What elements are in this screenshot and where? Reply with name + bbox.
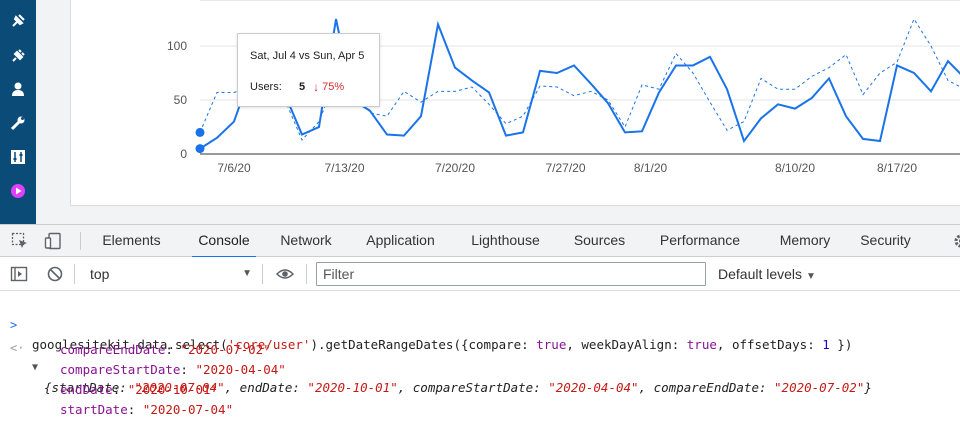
sidebar-toggle-icon[interactable] [10, 265, 28, 283]
tooltip-title: Sat, Jul 4 vs Sun, Apr 5 [250, 50, 365, 62]
clear-console-icon[interactable] [46, 265, 64, 283]
property-key: compareEndDate [60, 342, 166, 357]
caret-down-icon: ▼ [242, 268, 252, 279]
property-value: "2020-07-04" [142, 402, 234, 417]
eye-icon[interactable] [276, 265, 294, 283]
devtools-panel: Elements Console Network Application Lightho… [0, 224, 960, 422]
property-entry: compareEndDate: "2020-07-02" [60, 340, 271, 360]
tab-network[interactable]: Network [277, 225, 335, 257]
console-property-line[interactable]: endDate: "2020-10-01" [0, 380, 960, 400]
tooltip-change-value: 75% [322, 81, 345, 93]
settings-gear-icon[interactable] [952, 232, 960, 250]
chart-tooltip: Sat, Jul 4 vs Sun, Apr 5 Users: 5 ↓ 75% [237, 33, 380, 107]
filter-input[interactable] [316, 262, 706, 286]
property-value: "2020-07-02" [180, 342, 271, 357]
arrow-down-icon: ↓ [313, 80, 320, 94]
x-tick-label: 8/17/20 [877, 161, 917, 175]
console-output[interactable]: > googlesitekit.data.select('core/user')… [0, 291, 960, 423]
context-value: top [90, 266, 110, 282]
y-tick-label: 50 [174, 93, 188, 107]
caret-down-icon: ▼ [806, 271, 816, 282]
context-select[interactable]: top ▼ [80, 264, 256, 284]
tab-elements[interactable]: Elements [100, 225, 163, 257]
console-property-line[interactable]: compareStartDate: "2020-04-04" [0, 360, 960, 380]
devtools-tabbar: Elements Console Network Application Lightho… [0, 225, 960, 258]
y-tick-label: 100 [167, 39, 187, 53]
tab-memory[interactable]: Memory [773, 225, 837, 257]
tooltip-row: Users: 5 ↓ 75% [250, 80, 344, 94]
log-levels-select[interactable]: Default levels ▼ [718, 264, 838, 284]
console-property-line[interactable]: compareEndDate: "2020-07-02" [0, 340, 960, 360]
toolbar-separator [262, 264, 263, 284]
toolbar-separator [74, 264, 75, 284]
inspect-element-icon[interactable] [11, 232, 29, 250]
console-result-line[interactable]: <· ▼ {startDate: "2020-07-04", endDate: … [0, 318, 960, 395]
property-colon: : [165, 342, 181, 357]
tab-lighthouse[interactable]: Lighthouse [468, 225, 543, 257]
x-tick-label: 7/13/20 [324, 161, 364, 175]
hover-point[interactable] [195, 144, 205, 154]
console-toolbar: top ▼ Default levels▼ [0, 257, 960, 291]
tab-console[interactable]: Console [192, 225, 256, 258]
property-entry: compareStartDate: "2020-04-04" [60, 360, 286, 380]
property-key: compareStartDate [60, 362, 181, 377]
toolbar-separator [306, 264, 307, 284]
console-property-line[interactable]: startDate: "2020-07-04" [0, 400, 960, 420]
x-tick-label: 7/20/20 [435, 161, 475, 175]
hover-point[interactable] [195, 127, 205, 137]
property-colon: : [112, 382, 128, 397]
tab-performance[interactable]: Performance [657, 225, 743, 257]
tab-sources[interactable]: Sources [572, 225, 627, 257]
tooltip-label: Users: [250, 81, 282, 93]
property-key: startDate [60, 402, 128, 417]
y-tick-label: 0 [180, 147, 187, 161]
log-levels-value: Default levels [718, 266, 803, 282]
x-tick-label: 8/10/20 [775, 161, 815, 175]
property-key: endDate [60, 382, 113, 397]
tooltip-change: ↓ 75% [313, 80, 344, 94]
tab-application[interactable]: Application [363, 225, 438, 257]
x-tick-label: 7/27/20 [545, 161, 585, 175]
property-entry: startDate: "2020-07-04" [60, 400, 233, 420]
property-colon: : [180, 362, 196, 377]
browser-page: 0 50 100 7/6/20 7/13/20 7/20/20 7/27/20 8/1/20… [0, 0, 960, 224]
tabbar-divider [80, 232, 81, 250]
x-tick-label: 8/1/20 [634, 161, 668, 175]
device-toolbar-icon[interactable] [44, 232, 62, 250]
x-tick-label: 7/6/20 [217, 161, 251, 175]
property-value: "2020-04-04" [195, 362, 286, 377]
users-line-chart[interactable]: 0 50 100 7/6/20 7/13/20 7/20/20 7/27/20 8/1/20… [0, 0, 960, 224]
console-input-line[interactable]: > googlesitekit.data.select('core/user')… [0, 295, 960, 352]
tooltip-value: 5 [299, 81, 306, 93]
property-colon: : [127, 402, 143, 417]
tab-security[interactable]: Security [858, 225, 913, 257]
property-value: "2020-10-01" [127, 382, 219, 397]
property-entry: endDate: "2020-10-01" [60, 380, 218, 400]
